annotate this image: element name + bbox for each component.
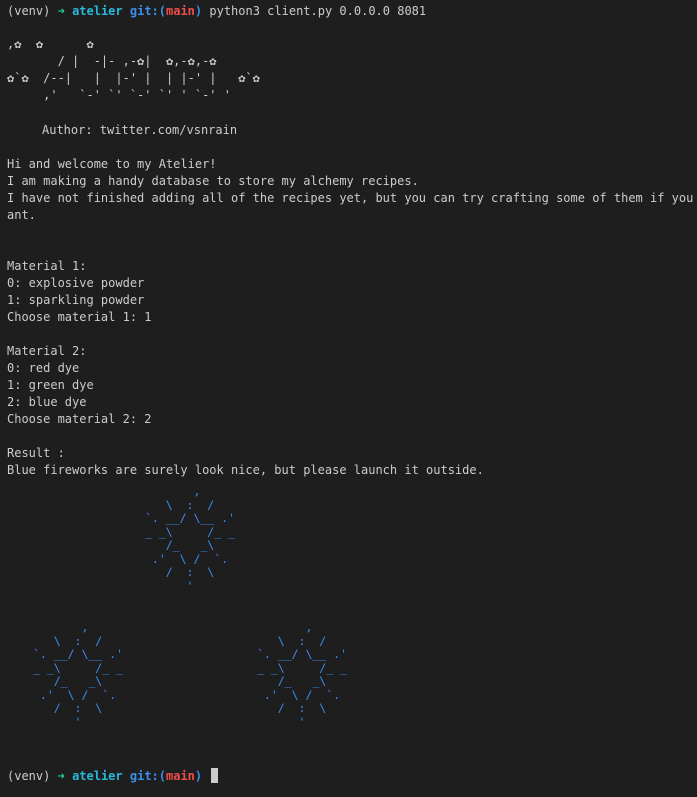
command-text: python3 client.py 0.0.0.0 8081 [209, 4, 427, 18]
author-line: Author: twitter.com/vsnrain [42, 123, 238, 137]
prompt-arrow-icon: ➜ [57, 4, 65, 18]
git-label-close: ) [194, 4, 203, 18]
text-cursor[interactable] [211, 768, 219, 783]
material-2-heading: Material 2: [7, 344, 87, 358]
intro-line: I am making a handy database to store my… [7, 174, 419, 188]
venv-indicator: (venv) [7, 4, 51, 18]
material-1-choice: Choose material 1: 1 [7, 310, 152, 324]
git-branch: main [166, 769, 195, 783]
intro-line: I have not finished adding all of the re… [7, 191, 697, 205]
material-2-choice: Choose material 2: 2 [7, 412, 152, 426]
result-text: Blue fireworks are surely look nice, but… [7, 463, 484, 477]
intro-line: ant. [7, 208, 36, 222]
firework-ascii-art: , \ : / `. __/ \__ .' _ _\ /_ _ /_ _\ .'… [145, 484, 236, 593]
firework-ascii-art: , \ : / `. __/ \__ .' _ _\ /_ _ /_ _\ .'… [257, 620, 348, 729]
firework-ascii-art: , \ : / `. __/ \__ .' _ _\ /_ _ /_ _\ .'… [33, 620, 124, 729]
material-1-option: 0: explosive powder [7, 276, 145, 290]
terminal-window[interactable]: (venv) ➜ atelier git:(main) python3 clie… [0, 0, 697, 797]
current-directory: atelier [72, 769, 123, 783]
material-2-option: 0: red dye [7, 361, 80, 375]
intro-line: Hi and welcome to my Atelier! [7, 157, 217, 171]
prompt-line[interactable]: (venv) ➜ atelier git:(main) [7, 768, 219, 785]
git-label-close: ) [194, 769, 203, 783]
git-branch: main [166, 4, 195, 18]
git-label: git:( [129, 4, 166, 18]
result-heading: Result : [7, 446, 65, 460]
atelier-ascii-logo: ,✿ ✿ ✿ / | -|- ,-✿| ✿,-✿,-✿ ✿`✿ /--| | |… [7, 37, 260, 102]
material-2-option: 1: green dye [7, 378, 94, 392]
material-2-option: 2: blue dye [7, 395, 87, 409]
material-1-heading: Material 1: [7, 259, 87, 273]
command-line: (venv) ➜ atelier git:(main) python3 clie… [7, 3, 426, 20]
prompt-arrow-icon: ➜ [57, 769, 65, 783]
current-directory: atelier [72, 4, 123, 18]
git-label: git:( [129, 769, 166, 783]
venv-indicator: (venv) [7, 769, 51, 783]
material-1-option: 1: sparkling powder [7, 293, 145, 307]
